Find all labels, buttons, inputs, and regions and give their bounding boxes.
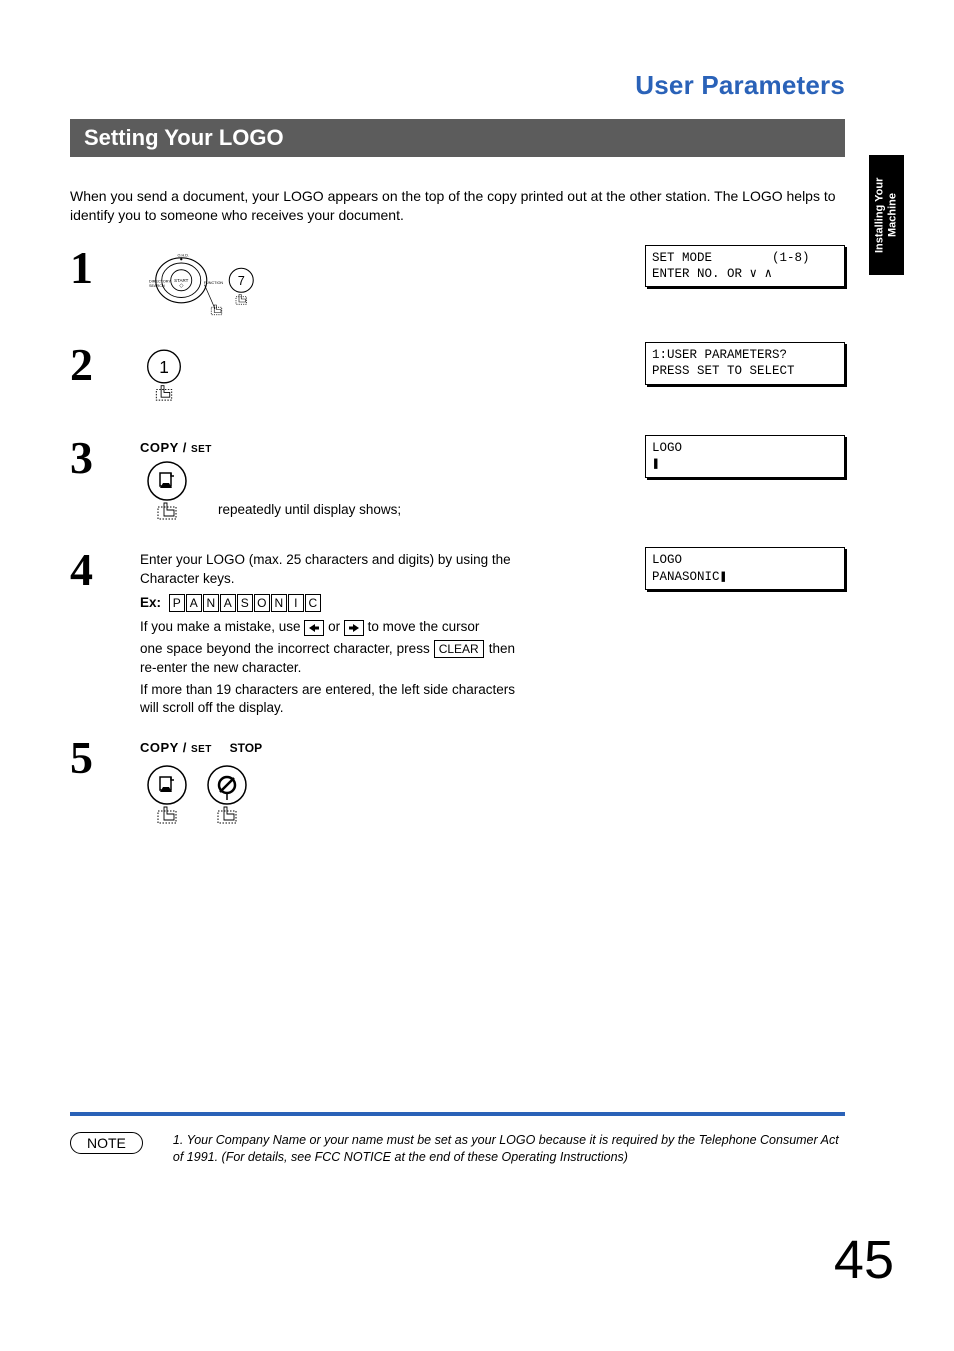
stop-button-icon <box>200 761 254 833</box>
lcd-line: LOGO <box>652 553 682 567</box>
character-key: O <box>254 594 270 612</box>
note-divider <box>70 1112 845 1116</box>
step-5: 5 COPY / SET STOP <box>70 735 845 833</box>
step-2: 2 1 1:USER PARAMETERS? PRESS SET TO SELE… <box>70 342 845 417</box>
note-section: NOTE 1. Your Company Name or your name m… <box>70 1112 845 1166</box>
keypad-1-icon: 1 <box>140 346 188 412</box>
copy-set-button-icon <box>140 761 194 833</box>
lcd-line: PRESS SET TO SELECT <box>652 364 795 378</box>
page-content: User Parameters Setting Your LOGO When y… <box>70 70 845 1270</box>
keypad-7-label: 7 <box>238 273 245 288</box>
lcd-line: PANASONIC❚ <box>652 570 727 584</box>
note-label: NOTE <box>70 1132 143 1154</box>
page-title: User Parameters <box>70 70 845 101</box>
step-2-body: 1 <box>140 342 515 417</box>
step-number: 3 <box>70 435 140 529</box>
intro-text: When you send a document, your LOGO appe… <box>70 187 845 225</box>
stop-label: STOP <box>230 741 262 755</box>
step-1-body: START ◇ DIRECTORY SEARCH FUNCTION O.H.D.… <box>140 245 515 324</box>
left-arrow-key-icon <box>304 620 324 636</box>
character-key: S <box>237 594 253 612</box>
copy-set-button-icon <box>140 457 194 529</box>
step-3-trail: repeatedly until display shows; <box>218 501 401 529</box>
step-4-text3: one space beyond the incorrect character… <box>140 640 515 676</box>
lcd-display-3: LOGO ❚ <box>645 435 845 529</box>
side-tab: Installing Your Machine <box>869 155 904 275</box>
svg-text:FUNCTION: FUNCTION <box>204 281 224 285</box>
lcd-line: ❚ <box>652 457 660 471</box>
step-4-text2: If you make a mistake, use or to move th… <box>140 618 515 636</box>
ex-label: Ex: <box>140 595 161 610</box>
step-4-text1: Enter your LOGO (max. 25 characters and … <box>140 551 515 587</box>
svg-text:1: 1 <box>159 357 169 377</box>
character-key: I <box>288 594 304 612</box>
lcd-display-1: SET MODE (1-8) ENTER NO. OR ∨ ∧ <box>645 245 845 324</box>
step-4: 4 Enter your LOGO (max. 25 characters an… <box>70 547 845 717</box>
svg-text:DIRECTORY: DIRECTORY <box>149 279 171 283</box>
example-row: Ex: PANASONIC <box>140 594 515 612</box>
lcd-line: SET MODE (1-8) <box>652 251 810 265</box>
clear-key: CLEAR <box>434 640 484 658</box>
step-5-body: COPY / SET STOP <box>140 735 515 833</box>
svg-text:O.H.D.: O.H.D. <box>178 253 189 257</box>
step-4-body: Enter your LOGO (max. 25 characters and … <box>140 547 515 717</box>
step-4-text4: If more than 19 characters are entered, … <box>140 681 515 717</box>
character-key: N <box>203 594 219 612</box>
step-3-body: COPY / SET repeatedly until display show… <box>140 435 515 529</box>
step-number: 4 <box>70 547 140 717</box>
copy-set-label: COPY / SET <box>140 740 212 755</box>
character-key: P <box>169 594 185 612</box>
character-key: A <box>186 594 202 612</box>
character-key: C <box>305 594 321 612</box>
page-number: 45 <box>834 1229 894 1291</box>
lcd-line: LOGO <box>652 441 682 455</box>
step-number: 2 <box>70 342 140 417</box>
svg-text:◇: ◇ <box>179 283 183 289</box>
lcd-line: 1:USER PARAMETERS? <box>652 348 787 362</box>
step-3: 3 COPY / SET repeatedly until display sh… <box>70 435 845 529</box>
copy-set-label: COPY / SET <box>140 440 212 455</box>
lcd-line: ENTER NO. OR ∨ ∧ <box>652 267 772 281</box>
character-key: N <box>271 594 287 612</box>
note-text: 1. Your Company Name or your name must b… <box>173 1132 845 1166</box>
step-1: 1 START ◇ DIRECTORY SEARCH FUNCTION O.H.… <box>70 245 845 324</box>
lcd-display-2: 1:USER PARAMETERS? PRESS SET TO SELECT <box>645 342 845 417</box>
function-dial-icon: START ◇ DIRECTORY SEARCH FUNCTION O.H.D.… <box>140 249 260 319</box>
lcd-display-4: LOGO PANASONIC❚ <box>645 547 845 717</box>
step-number: 5 <box>70 735 140 833</box>
svg-text:SEARCH: SEARCH <box>149 284 165 288</box>
section-heading: Setting Your LOGO <box>70 119 845 157</box>
right-arrow-key-icon <box>344 620 364 636</box>
svg-text:START: START <box>174 278 189 283</box>
steps-list: 1 START ◇ DIRECTORY SEARCH FUNCTION O.H.… <box>70 245 845 852</box>
step-number: 1 <box>70 245 140 324</box>
character-key: A <box>220 594 236 612</box>
